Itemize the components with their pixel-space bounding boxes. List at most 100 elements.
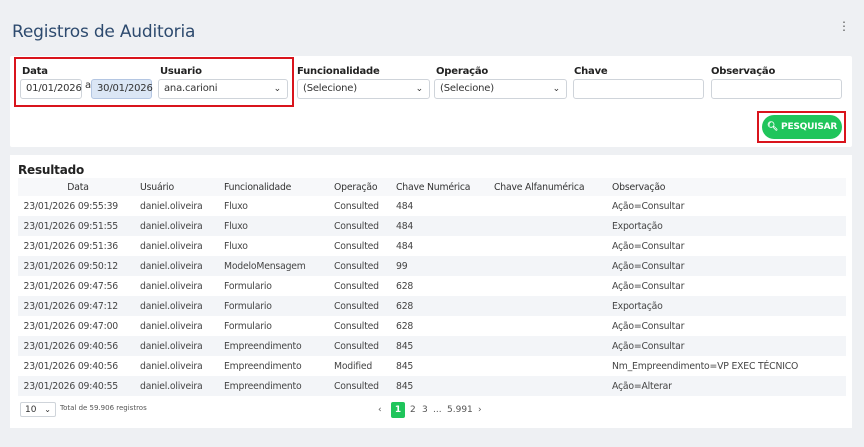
cell-data: 23/01/2026 09:40:55 (18, 376, 138, 396)
cell-usuario: daniel.oliveira (138, 376, 224, 396)
results-title: Resultado (18, 163, 85, 177)
page-ellipsis: ... (433, 405, 442, 415)
key-label: Chave (574, 66, 608, 77)
cell-usuario: daniel.oliveira (140, 280, 203, 292)
date-to-input[interactable]: 30/01/2026 (91, 79, 153, 99)
date-label: Data (22, 66, 48, 77)
cell-usuario: daniel.oliveira (138, 296, 224, 316)
chevron-down-icon: ⌄ (552, 84, 561, 94)
table-row[interactable]: 23/01/2026 09:55:39 daniel.oliveira Fluxo C… (18, 196, 846, 216)
cell-chave-numerica: 628 (396, 296, 494, 316)
cell-data: 23/01/2026 09:51:36 (23, 240, 119, 252)
op-label: Operação (436, 66, 489, 77)
table-header-row: Data Usuário Funcionalidade Operação Cha… (18, 178, 846, 196)
cell-chave-numerica: 628 (396, 320, 414, 332)
cell-chave-numerica: 99 (396, 256, 494, 276)
table-row[interactable]: 23/01/2026 09:40:56 daniel.oliveira Empree… (18, 356, 846, 376)
page-button[interactable]: 3 (422, 402, 428, 418)
table-row[interactable]: 23/01/2026 09:40:55 daniel.oliveira Empree… (18, 376, 846, 396)
user-select[interactable]: ana.carioni ⌄ (158, 79, 288, 99)
table-row[interactable]: 23/01/2026 09:51:55 daniel.oliveira Fluxo C… (18, 216, 846, 236)
cell-operacao: Consulted (334, 256, 396, 276)
cell-funcionalidade: Fluxo (224, 200, 248, 212)
cell-chave-alfanumerica (494, 276, 612, 296)
cell-observacao: Ação=Consultar (612, 336, 846, 356)
cell-chave-numerica: 845 (396, 336, 494, 356)
prev-page-icon[interactable]: ‹ (378, 402, 382, 418)
cell-chave-alfanumerica (494, 316, 612, 336)
user-label: Usuario (160, 66, 202, 77)
column-header[interactable]: Operação (334, 178, 396, 196)
func-label: Funcionalidade (297, 66, 380, 77)
cell-observacao: Nm_Empreendimento=VP EXEC TÉCNICO (612, 360, 799, 372)
cell-chave-alfanumerica (494, 376, 612, 396)
page-button-active[interactable]: 1 (391, 402, 405, 418)
cell-chave-numerica: 484 (396, 216, 494, 236)
cell-observacao: Ação=Consultar (612, 200, 685, 212)
cell-data: 23/01/2026 09:55:39 (23, 200, 119, 212)
column-header[interactable]: Funcionalidade (224, 178, 334, 196)
cell-observacao: Exportação (612, 216, 846, 236)
user-select-value: ana.carioni (164, 83, 218, 94)
cell-chave-alfanumerica (494, 356, 612, 376)
op-select[interactable]: (Selecione) ⌄ (434, 79, 567, 99)
cell-funcionalidade: ModeloMensagem (224, 256, 334, 276)
cell-usuario: daniel.oliveira (140, 360, 203, 372)
cell-observacao: Ação=Consultar (612, 240, 685, 252)
table-row[interactable]: 23/01/2026 09:47:56 daniel.oliveira Formul… (18, 276, 846, 296)
table-row[interactable]: 23/01/2026 09:47:12 daniel.oliveira Formul… (18, 296, 846, 316)
cell-funcionalidade: Empreendimento (224, 360, 302, 372)
search-icon: 🔍︎ (766, 122, 779, 132)
cell-chave-numerica: 484 (396, 200, 414, 212)
cell-funcionalidade: Formulario (224, 296, 334, 316)
column-header[interactable]: Usuário (138, 178, 224, 196)
column-header[interactable]: Observação (612, 178, 846, 196)
table-row[interactable]: 23/01/2026 09:47:00 daniel.oliveira Formul… (18, 316, 846, 336)
key-input[interactable] (573, 79, 704, 99)
total-records: Total de 59.906 registros (60, 404, 147, 412)
page-title: Registros de Auditoria (12, 22, 196, 42)
op-select-value: (Selecione) (440, 83, 494, 94)
kebab-icon[interactable]: ⋮ (838, 20, 850, 32)
cell-operacao: Consulted (334, 336, 396, 356)
page-button[interactable]: 2 (410, 402, 416, 418)
cell-chave-alfanumerica (494, 296, 612, 316)
page-button[interactable]: 5.991 (447, 402, 473, 418)
obs-label: Observação (711, 66, 776, 77)
cell-chave-numerica: 845 (396, 360, 414, 372)
chevron-down-icon: ⌄ (44, 405, 51, 414)
column-header[interactable]: Data (18, 178, 138, 196)
cell-funcionalidade: Fluxo (224, 240, 248, 252)
table-row[interactable]: 23/01/2026 09:51:36 daniel.oliveira Fluxo C… (18, 236, 846, 256)
cell-chave-alfanumerica (494, 196, 612, 216)
page-size-value: 10 (25, 405, 37, 415)
table-row[interactable]: 23/01/2026 09:50:12 daniel.oliveira Modelo… (18, 256, 846, 276)
cell-usuario: daniel.oliveira (138, 336, 224, 356)
page-size-select[interactable]: 10 ⌄ (20, 402, 56, 417)
obs-input[interactable] (711, 79, 842, 99)
column-header[interactable]: Chave Alfanumérica (494, 178, 612, 196)
results-table: Data Usuário Funcionalidade Operação Cha… (18, 178, 846, 396)
next-page-icon[interactable]: › (478, 402, 482, 418)
cell-observacao: Exportação (612, 296, 846, 316)
cell-data: 23/01/2026 09:47:12 (18, 296, 138, 316)
cell-observacao: Ação=Alterar (612, 376, 846, 396)
cell-data: 23/01/2026 09:40:56 (23, 360, 119, 372)
cell-usuario: daniel.oliveira (138, 256, 224, 276)
cell-funcionalidade: Formulario (224, 320, 272, 332)
cell-operacao: Consulted (334, 280, 379, 292)
cell-usuario: daniel.oliveira (140, 320, 203, 332)
cell-chave-alfanumerica (494, 216, 612, 236)
table-row[interactable]: 23/01/2026 09:40:56 daniel.oliveira Empree… (18, 336, 846, 356)
cell-operacao: Consulted (334, 296, 396, 316)
cell-chave-alfanumerica (494, 336, 612, 356)
date-from-input[interactable]: 01/01/2026 (20, 79, 82, 99)
chevron-down-icon: ⌄ (273, 84, 282, 94)
cell-funcionalidade: Fluxo (224, 216, 334, 236)
column-header[interactable]: Chave Numérica (396, 178, 494, 196)
cell-chave-numerica: 484 (396, 240, 414, 252)
func-select[interactable]: (Selecione) ⌄ (297, 79, 430, 99)
search-button[interactable]: 🔍︎ PESQUISAR (762, 115, 842, 139)
cell-data: 23/01/2026 09:50:12 (18, 256, 138, 276)
cell-chave-numerica: 845 (396, 376, 494, 396)
